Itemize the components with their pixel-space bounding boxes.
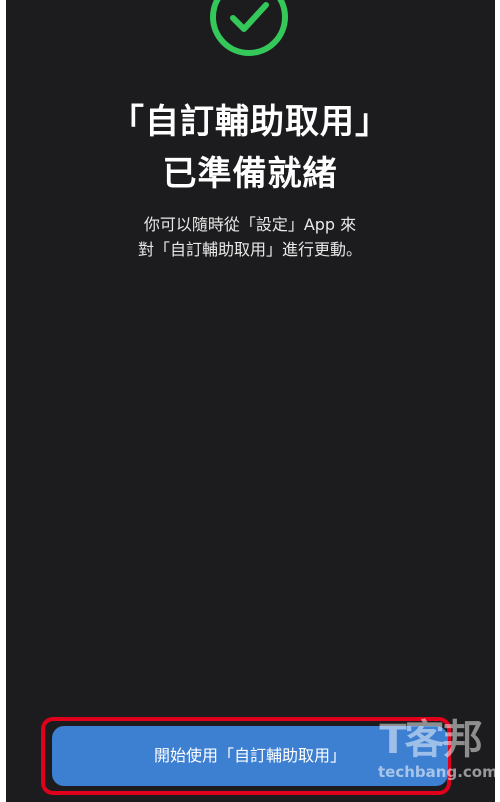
- description-text: 你可以隨時從「設定」App 來 對「自訂輔助取用」進行更動。: [0, 212, 500, 262]
- title-line-2: 已準備就緒: [162, 154, 338, 194]
- start-custom-accessibility-button[interactable]: 開始使用「自訂輔助取用」: [52, 726, 448, 786]
- description-line-2: 對「自訂輔助取用」進行更動。: [137, 240, 362, 259]
- description-line-1: 你可以隨時從「設定」App 來: [143, 215, 357, 234]
- page-title: 「自訂輔助取用」 已準備就緒: [0, 96, 500, 200]
- checkmark-circle-icon: [210, 0, 288, 56]
- title-line-1: 「自訂輔助取用」: [110, 102, 390, 142]
